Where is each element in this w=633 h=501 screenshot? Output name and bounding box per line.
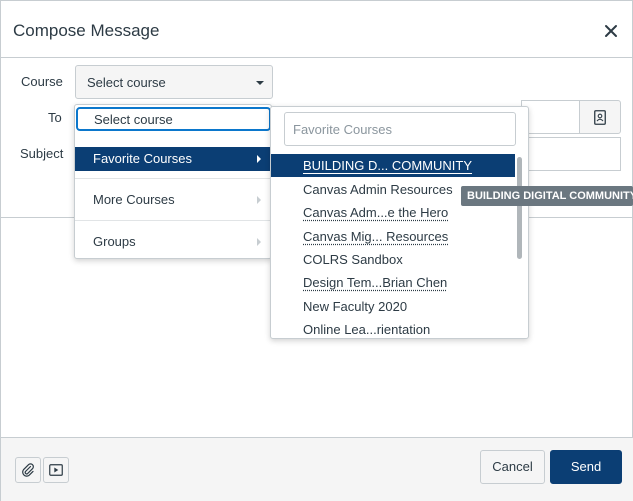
record-media-button[interactable] xyxy=(43,457,69,483)
caret-down-icon xyxy=(256,81,264,85)
chevron-right-icon xyxy=(257,238,261,246)
dialog-header: Compose Message xyxy=(1,1,632,58)
menu-item-label: More Courses xyxy=(93,192,175,207)
chevron-right-icon xyxy=(257,155,261,163)
favorite-courses-search[interactable]: Favorite Courses xyxy=(284,112,516,146)
course-select-value: Select course xyxy=(87,75,166,90)
dialog-footer: Cancel Send xyxy=(1,437,633,501)
search-placeholder: Favorite Courses xyxy=(293,122,392,137)
menu-item-more-courses[interactable]: More Courses xyxy=(75,188,271,212)
menu-item-favorite-courses[interactable]: Favorite Courses xyxy=(75,147,271,171)
address-book-icon xyxy=(594,110,606,125)
course-item[interactable]: BUILDING D... COMMUNITY xyxy=(271,154,515,177)
menu-scrollbar[interactable] xyxy=(516,157,524,337)
menu-select-course[interactable]: Select course xyxy=(76,107,271,131)
menu-item-label: Groups xyxy=(93,234,136,249)
cancel-button[interactable]: Cancel xyxy=(480,450,545,484)
send-button[interactable]: Send xyxy=(550,450,622,484)
subject-label: Subject xyxy=(20,146,63,161)
course-item-label: Online Lea...rientation xyxy=(303,322,430,337)
attach-file-button[interactable] xyxy=(15,457,41,483)
close-icon[interactable] xyxy=(603,23,619,39)
media-icon xyxy=(49,464,63,476)
course-item[interactable]: COLRS Sandbox xyxy=(271,248,515,271)
to-input[interactable] xyxy=(521,100,581,134)
menu-item-label: Favorite Courses xyxy=(93,151,192,166)
paperclip-icon xyxy=(21,463,35,477)
menu-divider xyxy=(75,178,271,179)
course-item-label: New Faculty 2020 xyxy=(303,299,407,314)
menu-divider xyxy=(75,220,271,221)
course-item[interactable]: Canvas Mig... Resources xyxy=(271,225,515,248)
subject-input[interactable] xyxy=(521,137,621,171)
course-select[interactable]: Select course xyxy=(75,65,273,99)
course-item-label: BUILDING D... COMMUNITY xyxy=(303,158,472,173)
course-item[interactable]: New Faculty 2020 xyxy=(271,295,515,318)
course-item-label: Design Tem...Brian Chen xyxy=(303,275,447,290)
course-item[interactable]: Design Tem...Brian Chen xyxy=(271,271,515,294)
chevron-right-icon xyxy=(257,196,261,204)
dialog-title: Compose Message xyxy=(13,21,159,41)
course-label: Course xyxy=(21,74,63,89)
course-item-label: Canvas Adm...e the Hero xyxy=(303,205,448,220)
course-menu: Select course Favorite Courses More Cour… xyxy=(74,104,272,259)
favorite-courses-menu: Favorite Courses BUILDING D... COMMUNITY… xyxy=(270,106,529,339)
course-name-tooltip: BUILDING DIGITAL COMMUNITY xyxy=(461,186,633,206)
course-item-label: Canvas Mig... Resources xyxy=(303,229,448,244)
menu-item-groups[interactable]: Groups xyxy=(75,230,271,254)
scrollbar-thumb[interactable] xyxy=(517,157,522,259)
course-item[interactable]: Online Lea...rientation xyxy=(271,318,515,339)
address-book-button[interactable] xyxy=(579,100,621,134)
to-label: To xyxy=(48,110,62,125)
course-item-label: Canvas Admin Resources xyxy=(303,182,453,197)
course-item-label: COLRS Sandbox xyxy=(303,252,403,267)
menu-select-course-label: Select course xyxy=(94,112,173,127)
